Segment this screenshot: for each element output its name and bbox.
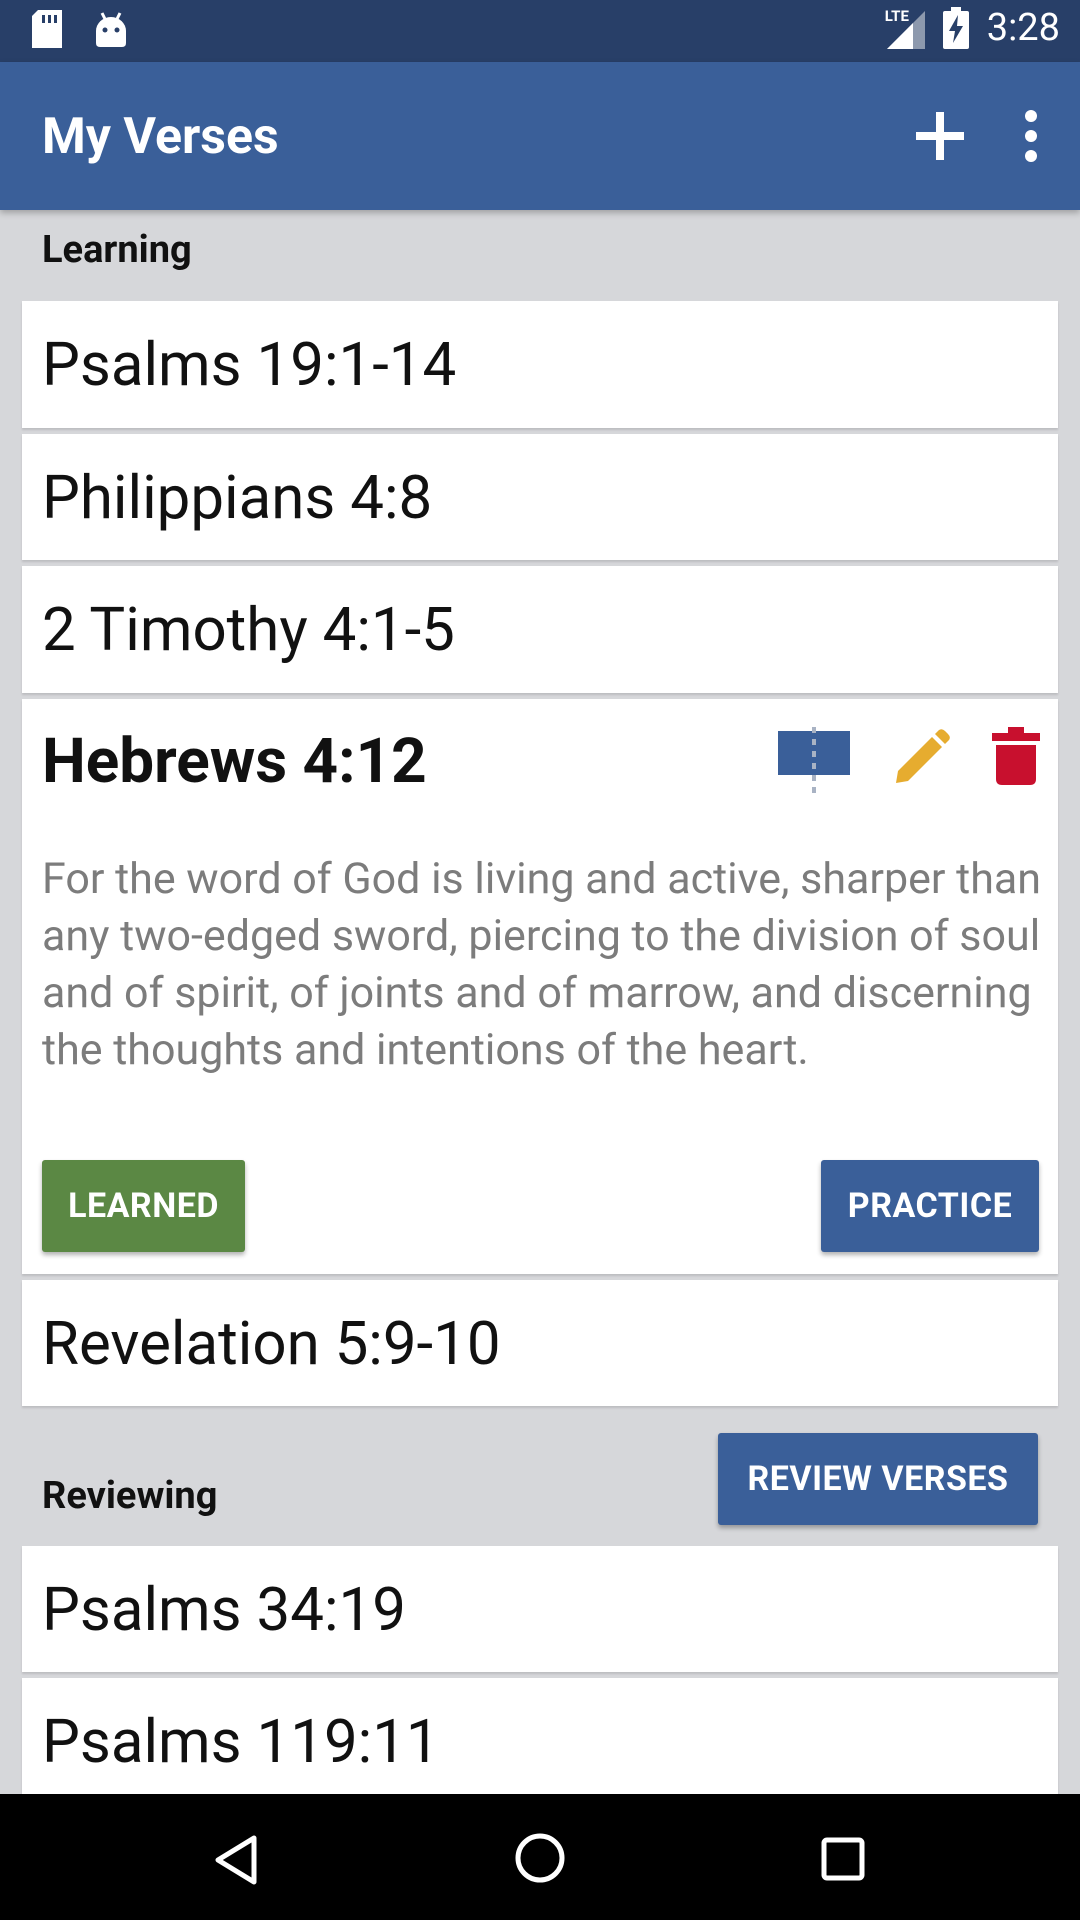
android-icon	[96, 12, 126, 47]
add-icon[interactable]	[910, 106, 970, 166]
section-label-learning: Learning	[42, 228, 192, 272]
section-label-reviewing: Reviewing	[42, 1474, 218, 1518]
review-verses-button[interactable]: REVIEW VERSES	[718, 1433, 1038, 1525]
verse-text: For the word of God is living and active…	[42, 854, 1042, 1075]
signal-icon: LTE	[885, 7, 925, 49]
list-item[interactable]: 2 Timothy 4:1-5	[22, 566, 1058, 693]
recents-icon[interactable]	[820, 1836, 866, 1882]
app-bar: My Verses	[0, 62, 1080, 210]
list-item[interactable]: Philippians 4:8	[22, 434, 1058, 560]
page-title: My Verses	[42, 108, 279, 166]
practice-button[interactable]: PRACTICE	[821, 1160, 1039, 1252]
verse-reference: Revelation 5:9-10	[42, 1308, 501, 1379]
back-icon[interactable]	[212, 1834, 260, 1886]
list-item[interactable]: Psalms 19:1-14	[22, 301, 1058, 428]
expanded-verse-card: Hebrews 4:12 For the word of God is livi…	[22, 699, 1058, 1274]
more-vert-icon[interactable]	[1016, 108, 1046, 164]
list-item[interactable]: Psalms 119:11	[22, 1678, 1058, 1794]
verse-reference: 2 Timothy 4:1-5	[42, 594, 455, 665]
verse-reference: Philippians 4:8	[42, 462, 433, 533]
list-item[interactable]: Psalms 34:19	[22, 1546, 1058, 1672]
verse-reference: Hebrews 4:12	[42, 725, 427, 798]
sd-card-icon	[32, 10, 62, 48]
battery-charging-icon	[942, 7, 969, 49]
status-time: 3:28	[986, 6, 1060, 50]
edit-icon[interactable]	[892, 729, 950, 787]
verse-reference: Psalms 34:19	[42, 1574, 406, 1645]
verse-reference: Psalms 119:11	[42, 1706, 440, 1777]
move-icon[interactable]	[778, 727, 850, 793]
learned-button[interactable]: LEARNED	[42, 1160, 245, 1252]
list-item[interactable]: Revelation 5:9-10	[22, 1280, 1058, 1406]
home-icon[interactable]	[514, 1832, 566, 1884]
verse-reference: Psalms 19:1-14	[42, 329, 457, 400]
status-bar: LTE 3:28	[0, 0, 1080, 62]
delete-icon[interactable]	[992, 727, 1040, 785]
navigation-bar	[0, 1794, 1080, 1920]
